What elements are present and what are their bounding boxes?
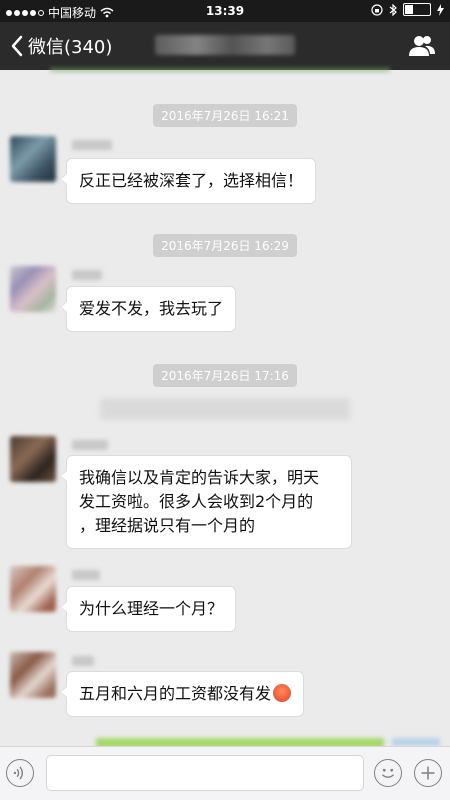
timestamp-label: 2016年7月26日 16:21 xyxy=(153,104,297,127)
avatar[interactable] xyxy=(10,436,56,482)
message-text-line: ，理经据说只有一个月的 xyxy=(79,516,256,535)
message-bubble[interactable]: 为什么理经一个月？ xyxy=(59,586,237,632)
battery-icon xyxy=(403,3,431,16)
voice-icon[interactable] xyxy=(6,759,34,787)
status-bar: 中国移动 13:39 xyxy=(0,0,450,22)
avatar[interactable] xyxy=(10,566,56,612)
message-text: 反正已经被深套了，选择相信！ xyxy=(79,171,304,190)
message-bubble[interactable]: 爱发不发，我去玩了 xyxy=(59,286,237,332)
nickname-blurred xyxy=(72,570,100,580)
plus-icon[interactable] xyxy=(414,759,442,787)
message-text: 爱发不发，我去玩了 xyxy=(79,299,224,318)
bluetooth-icon xyxy=(389,3,397,16)
nickname-blurred xyxy=(72,270,102,280)
lock-rotation-icon xyxy=(371,3,383,16)
nickname-blurred xyxy=(72,656,94,666)
angry-face-emoji-icon xyxy=(273,684,292,702)
nickname-blurred xyxy=(72,140,112,150)
timestamp-label: 2016年7月26日 16:29 xyxy=(153,234,297,257)
timestamp: 2016年7月26日 16:21 xyxy=(0,104,450,127)
timestamp-label: 2016年7月26日 17:16 xyxy=(153,364,297,387)
system-notice-blurred xyxy=(100,398,350,420)
nickname-blurred xyxy=(72,440,108,450)
status-right xyxy=(371,3,444,16)
back-button[interactable]: 微信(340) xyxy=(10,33,112,59)
message-bubble[interactable]: 反正已经被深套了，选择相信！ xyxy=(59,158,317,204)
emoji-icon[interactable] xyxy=(374,759,402,787)
input-bar xyxy=(0,746,450,800)
message-bubble[interactable]: 我确信以及肯定的告诉大家，明天 发工资啦。很多人会收到2个月的 ，理经据说只有一… xyxy=(60,455,352,549)
blurred-strip xyxy=(50,68,390,72)
avatar[interactable] xyxy=(10,266,56,312)
chat-title-blurred xyxy=(155,35,295,55)
message-text: 五月和六月的工资都没有发 xyxy=(79,684,272,703)
timestamp: 2016年7月26日 16:29 xyxy=(0,234,450,257)
back-chevron-icon xyxy=(11,35,23,57)
back-label: 微信(340) xyxy=(28,37,113,58)
message-bubble[interactable]: 五月和六月的工资都没有发 xyxy=(59,671,305,717)
avatar[interactable] xyxy=(10,652,56,698)
navigation-bar: 微信(340) xyxy=(0,22,450,70)
timestamp: 2016年7月26日 17:16 xyxy=(0,364,450,387)
charging-bolt-icon xyxy=(437,3,444,16)
message-text-line: 发工资啦。很多人会收到2个月的 xyxy=(79,492,314,511)
people-icon[interactable] xyxy=(408,34,436,58)
message-text: 为什么理经一个月？ xyxy=(79,599,224,618)
message-text-line: 我确信以及肯定的告诉大家，明天 xyxy=(79,468,320,487)
avatar[interactable] xyxy=(10,136,56,182)
blurred-strip xyxy=(392,738,440,746)
message-input[interactable] xyxy=(46,755,364,791)
